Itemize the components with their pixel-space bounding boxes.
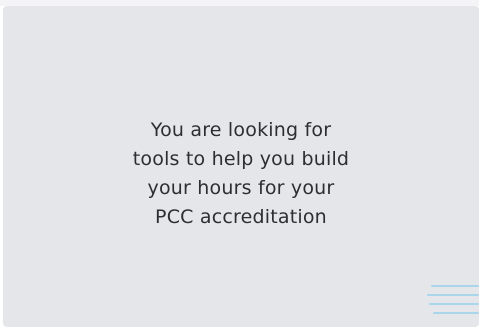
slide-text-line: your hours for your (147, 177, 335, 199)
slide-body-text: You are looking for tools to help you bu… (3, 116, 479, 232)
slide-text-line: You are looking for (150, 119, 332, 141)
decor-line (433, 312, 479, 314)
slide-text-line: PCC accreditation (155, 206, 327, 228)
decor-line (429, 303, 479, 305)
decor-line (427, 294, 479, 296)
slide-card: You are looking for tools to help you bu… (3, 6, 479, 327)
horizontal-lines-icon (427, 285, 479, 319)
slide-text-line: tools to help you build (132, 148, 350, 170)
decor-line (431, 285, 479, 287)
